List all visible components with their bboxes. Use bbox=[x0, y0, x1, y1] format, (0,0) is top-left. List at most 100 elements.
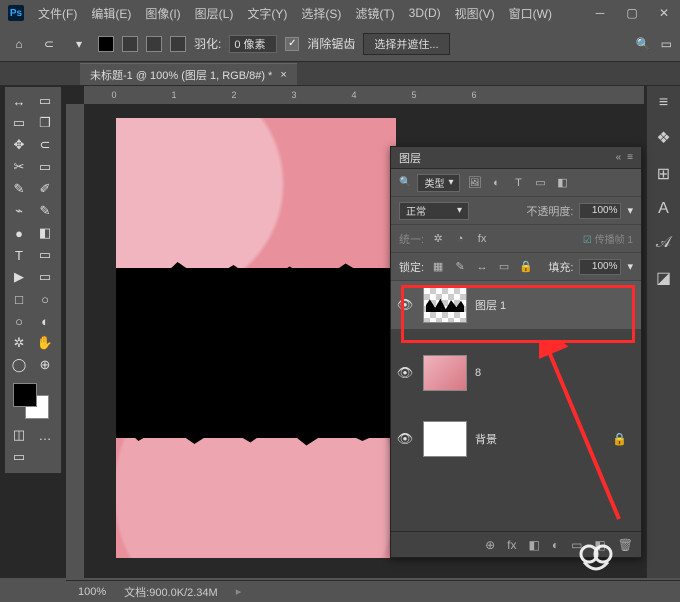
menu-3d[interactable]: 3D(D) bbox=[409, 6, 441, 20]
layer-row[interactable]: 👁 图层 1 bbox=[391, 281, 641, 329]
unify-pos-icon[interactable]: ✲ bbox=[430, 232, 446, 245]
tool-lasso[interactable]: ❐ bbox=[33, 113, 57, 133]
tab-close-icon[interactable]: × bbox=[280, 69, 286, 81]
panel-character-icon[interactable]: A bbox=[658, 200, 669, 218]
maximize-button[interactable]: ▢ bbox=[616, 2, 648, 24]
panel-swatches-icon[interactable]: ⊞ bbox=[657, 164, 670, 184]
layer-name[interactable]: 图层 1 bbox=[475, 297, 506, 313]
selection-new[interactable] bbox=[98, 36, 114, 52]
tool-eraser[interactable]: ● bbox=[7, 223, 31, 243]
panel-history-icon[interactable]: ≡ bbox=[659, 94, 668, 112]
visibility-toggle[interactable]: 👁 bbox=[395, 297, 415, 313]
color-swatches[interactable] bbox=[7, 381, 59, 425]
select-mask-button[interactable]: 选择并遮住... bbox=[363, 33, 449, 55]
layer-name[interactable]: 8 bbox=[475, 367, 481, 379]
layers-tab[interactable]: 图层 «≡ bbox=[391, 147, 641, 169]
visibility-toggle[interactable]: 👁 bbox=[395, 431, 415, 447]
tool-custom[interactable]: ◐ bbox=[33, 311, 57, 331]
panel-color-icon[interactable]: ❖ bbox=[656, 128, 670, 148]
lock-artboard-icon[interactable]: ▭ bbox=[496, 260, 512, 273]
layer-thumbnail[interactable] bbox=[423, 355, 467, 391]
lock-trans-icon[interactable]: ▦ bbox=[430, 260, 446, 273]
opacity-chevron-icon[interactable]: ▾ bbox=[627, 204, 633, 217]
tool-eyedrop[interactable]: ▭ bbox=[33, 157, 57, 177]
menu-file[interactable]: 文件(F) bbox=[38, 5, 77, 22]
tool-artboard[interactable]: ▭ bbox=[33, 91, 57, 111]
chevron-down-icon[interactable]: ▾ bbox=[68, 33, 90, 55]
tool-heal[interactable]: ✎ bbox=[7, 179, 31, 199]
lasso-tool-icon[interactable]: ⊂ bbox=[38, 33, 60, 55]
unify-vis-icon[interactable]: ◔ bbox=[452, 233, 468, 245]
tool-shape[interactable]: ▭ bbox=[33, 267, 57, 287]
lock-pixel-icon[interactable]: ✎ bbox=[452, 260, 468, 273]
lock-all-icon[interactable]: 🔒 bbox=[518, 260, 534, 273]
workspace-icon[interactable]: ▭ bbox=[661, 37, 672, 51]
tool-poly[interactable]: ○ bbox=[7, 311, 31, 331]
filter-type-icon[interactable]: T bbox=[510, 177, 526, 189]
layer-mask-icon[interactable]: ◧ bbox=[528, 538, 539, 552]
menu-view[interactable]: 视图(V) bbox=[455, 5, 495, 22]
selection-subtract[interactable] bbox=[146, 36, 162, 52]
tool-zoom[interactable]: ◯ bbox=[7, 355, 31, 375]
layer-row[interactable]: 👁 背景 🔒 bbox=[391, 415, 641, 463]
tool-select[interactable]: ▶ bbox=[7, 267, 31, 287]
menu-window[interactable]: 窗口(W) bbox=[509, 5, 552, 22]
foreground-color[interactable] bbox=[13, 383, 37, 407]
home-icon[interactable]: ⌂ bbox=[8, 33, 30, 55]
tool-extra[interactable]: ⊕ bbox=[33, 355, 57, 375]
tool-type[interactable]: T bbox=[7, 245, 31, 265]
tool-path[interactable]: ▭ bbox=[33, 245, 57, 265]
panel-menu-icon[interactable]: ≡ bbox=[627, 152, 633, 163]
fill-chevron-icon[interactable]: ▾ bbox=[627, 260, 633, 273]
layer-thumbnail[interactable] bbox=[423, 287, 467, 323]
close-button[interactable]: ✕ bbox=[648, 2, 680, 24]
selection-intersect[interactable] bbox=[170, 36, 186, 52]
tool-history[interactable]: ✎ bbox=[33, 201, 57, 221]
lock-pos-icon[interactable]: ↔ bbox=[474, 261, 490, 273]
tool-gradient[interactable]: ◧ bbox=[33, 223, 57, 243]
antialias-checkbox[interactable]: ✓ bbox=[285, 37, 299, 51]
tool-rect[interactable]: □ bbox=[7, 289, 31, 309]
tool-brush[interactable]: ✐ bbox=[33, 179, 57, 199]
menu-image[interactable]: 图像(I) bbox=[145, 5, 180, 22]
document-tab[interactable]: 未标题-1 @ 100% (图层 1, RGB/8#) * × bbox=[80, 63, 297, 85]
tool-more[interactable]: … bbox=[33, 425, 57, 445]
tool-move[interactable]: ↔ bbox=[7, 91, 31, 111]
layer-thumbnail[interactable] bbox=[423, 421, 467, 457]
layer-name[interactable]: 背景 bbox=[475, 431, 497, 447]
tool-rotate[interactable]: ✋ bbox=[33, 333, 57, 353]
filter-pixel-icon[interactable]: 🖼 bbox=[466, 176, 482, 189]
menu-edit[interactable]: 编辑(E) bbox=[91, 5, 131, 22]
visibility-toggle[interactable]: 👁 bbox=[395, 365, 415, 381]
tool-screenmode[interactable]: ▭ bbox=[7, 447, 31, 467]
filter-shape-icon[interactable]: ▭ bbox=[532, 176, 548, 189]
link-layers-icon[interactable]: ⊕ bbox=[485, 538, 495, 552]
panel-paragraph-icon[interactable]: 𝒜 bbox=[656, 234, 671, 252]
layer-fx-icon[interactable]: fx bbox=[507, 538, 516, 552]
menu-type[interactable]: 文字(Y) bbox=[247, 5, 287, 22]
adjustment-layer-icon[interactable]: ◐ bbox=[552, 538, 559, 552]
tool-quickselect[interactable]: ✥ bbox=[7, 135, 31, 155]
tool-hand[interactable]: ✲ bbox=[7, 333, 31, 353]
blend-mode-select[interactable]: 正常▾ bbox=[399, 202, 469, 220]
search-icon[interactable]: 🔍 bbox=[636, 37, 651, 51]
filter-type-select[interactable]: 类型 ▾ bbox=[417, 174, 460, 192]
feather-input[interactable] bbox=[229, 35, 277, 53]
tool-marquee[interactable]: ▭ bbox=[7, 113, 31, 133]
tool-frame[interactable]: ✂ bbox=[7, 157, 31, 177]
filter-adjust-icon[interactable]: ◐ bbox=[488, 177, 504, 189]
tool-stamp[interactable]: ⌁ bbox=[7, 201, 31, 221]
menu-layer[interactable]: 图层(L) bbox=[195, 5, 234, 22]
selection-add[interactable] bbox=[122, 36, 138, 52]
fill-input[interactable]: 100% bbox=[579, 259, 621, 275]
opacity-input[interactable]: 100% bbox=[579, 203, 621, 219]
tool-crop[interactable]: ⊂ bbox=[33, 135, 57, 155]
menu-filter[interactable]: 滤镜(T) bbox=[355, 5, 394, 22]
filter-smart-icon[interactable]: ◧ bbox=[554, 176, 570, 189]
menu-select[interactable]: 选择(S) bbox=[301, 5, 341, 22]
panel-collapse-icon[interactable]: « bbox=[616, 152, 622, 163]
tool-quickmask[interactable]: ◫ bbox=[7, 425, 31, 445]
panel-properties-icon[interactable]: ◪ bbox=[656, 268, 671, 288]
delete-layer-icon[interactable]: 🗑 bbox=[618, 538, 633, 552]
tool-ellipse[interactable]: ○ bbox=[33, 289, 57, 309]
